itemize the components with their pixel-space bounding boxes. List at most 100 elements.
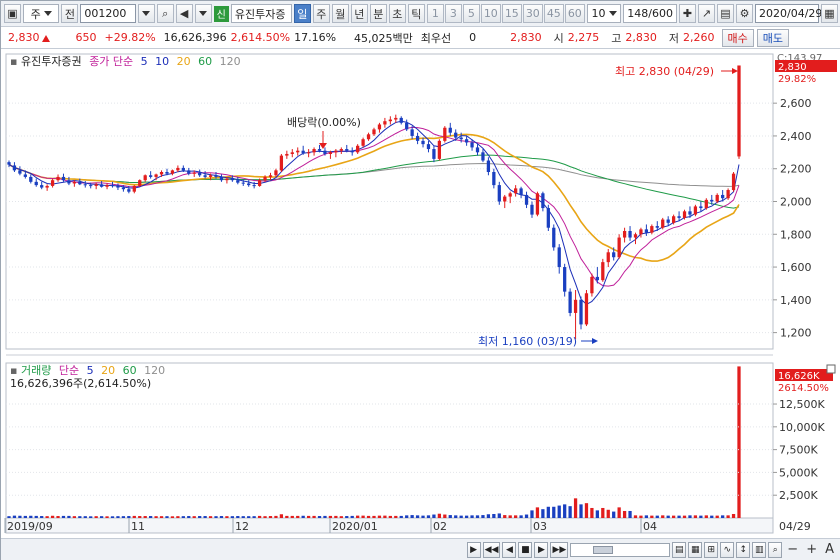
search-icon[interactable]: ⌕ [156,4,174,23]
volume-bar [590,507,594,518]
zoom-in-icon[interactable]: + [803,542,820,557]
fast-forward-icon[interactable]: ▶▶ [550,541,569,558]
top-toolbar: ▣ 주 전 001200 ⌕ ◀ 신 유진투자증 일 주 월 년 분 초 틱 1… [1,1,840,27]
rewind-icon[interactable]: ◀◀ [482,541,501,558]
sell-button[interactable]: 매도 [756,28,790,47]
volume-bar [514,515,518,518]
price-change: 650 [75,31,97,44]
volume-bar [132,515,136,518]
low-label: 저 [668,31,680,45]
volume-bar [579,504,583,518]
stock-chart[interactable]: 2019/09 11 12 2020/01 02 03 04 04/29 ▪ 유진투자증권 종… [1,49,840,538]
sound-icon[interactable]: ◀ [175,4,193,23]
volume-bar [257,515,262,518]
x-tick-label: 2019/09 [7,520,53,533]
candle-body [573,299,578,313]
gear-icon[interactable]: ⚙ [736,4,753,23]
period-year-button[interactable]: 년 [350,4,368,23]
x-tick-label: 03 [533,520,547,533]
chart-type-icon[interactable]: ▤ [672,541,687,558]
interval-select[interactable]: 10 [586,4,622,23]
candle-body [497,185,501,202]
prev-button[interactable]: 전 [61,4,79,23]
window-menu-icon[interactable]: ▣ [4,4,21,23]
candle-body [214,175,218,177]
x-tick-label: 12 [235,520,249,533]
zoom-slider-thumb[interactable] [593,545,614,554]
candle-body [339,149,343,151]
layout-icon[interactable]: ▦ [688,541,703,558]
candle-body [301,150,305,154]
volume-bar [94,516,98,518]
stop-icon[interactable]: ■ [518,541,533,558]
indicator-icon[interactable]: ∿ [720,541,735,558]
period-second-button[interactable]: 초 [388,4,406,23]
bar-chart-icon[interactable]: ▥ [752,541,767,558]
interval-button-1[interactable]: 1 [426,4,444,23]
candle-body [241,182,245,184]
interval-button-10[interactable]: 10 [480,4,501,23]
candle-body [503,196,507,202]
legend-vma20: 20 [101,364,115,377]
volume-bar [110,516,115,518]
candle-body [584,293,589,325]
volume-bar [481,515,485,518]
play-icon[interactable]: ▶ [466,541,481,558]
candle-body [29,176,33,182]
grid-icon[interactable]: ⊞ [704,541,719,558]
zoom-out-icon[interactable]: − [784,542,801,557]
scale-icon[interactable]: ↕ [736,541,751,558]
candle-body [666,219,670,223]
interval-button-30[interactable]: 30 [522,4,543,23]
candle-body [595,276,599,281]
save-icon[interactable]: ▤ [717,4,734,23]
candle-body [519,188,523,195]
expand-icon[interactable] [826,364,836,374]
magnifier-icon[interactable]: ⌕ [768,541,783,558]
candle-body [693,206,698,215]
code-dropdown-button[interactable] [137,4,155,23]
legend-ma5: 5 [141,55,148,68]
candle-body [524,194,529,205]
last-price-label: 2,830 [778,62,807,73]
candle-body [415,135,420,141]
volume-bar [405,515,409,518]
interval-button-60[interactable]: 60 [564,4,585,23]
volume-bar [486,514,491,518]
interval-button-45[interactable]: 45 [543,4,564,23]
period-day-button[interactable]: 일 [293,4,311,23]
font-size-icon[interactable]: A [822,542,837,557]
candle-body [61,176,66,181]
interval-button-3[interactable]: 3 [444,4,462,23]
volume-bar [290,515,294,518]
candle-body [252,185,256,187]
zoom-slider[interactable] [570,542,671,557]
crosshair-icon[interactable]: ✚ [679,4,696,23]
step-back-icon[interactable]: ◀ [502,541,517,558]
trend-tool-icon[interactable]: ↗ [698,4,715,23]
candle-body [579,299,583,325]
period-tick-button[interactable]: 틱 [407,4,425,23]
date-input[interactable]: 2020/04/29 [755,4,822,23]
step-forward-icon[interactable]: ▶ [534,541,549,558]
volume-tick-label: 10,000K [779,421,825,434]
candle-body [481,152,485,161]
sound-dropdown-button[interactable] [194,4,212,23]
period-month-button[interactable]: 월 [331,4,349,23]
period-week-button[interactable]: 주 [312,4,330,23]
volume-bar [622,510,627,518]
legend-ma60: 60 [198,55,212,68]
candle-body [426,144,431,150]
candle-body [590,276,594,294]
candle-body [633,234,638,238]
volume-bar [573,498,578,518]
period-minute-button[interactable]: 분 [369,4,387,23]
interval-button-15[interactable]: 15 [501,4,522,23]
calendar-icon[interactable]: ▦ [821,4,838,23]
volume-bar [721,515,725,518]
stock-code-input[interactable]: 001200 [80,4,136,23]
market-type-select[interactable]: 주 [23,4,60,23]
buy-button[interactable]: 매수 [721,28,754,47]
interval-button-5[interactable]: 5 [462,4,480,23]
price-tick-label: 1,600 [780,261,812,274]
